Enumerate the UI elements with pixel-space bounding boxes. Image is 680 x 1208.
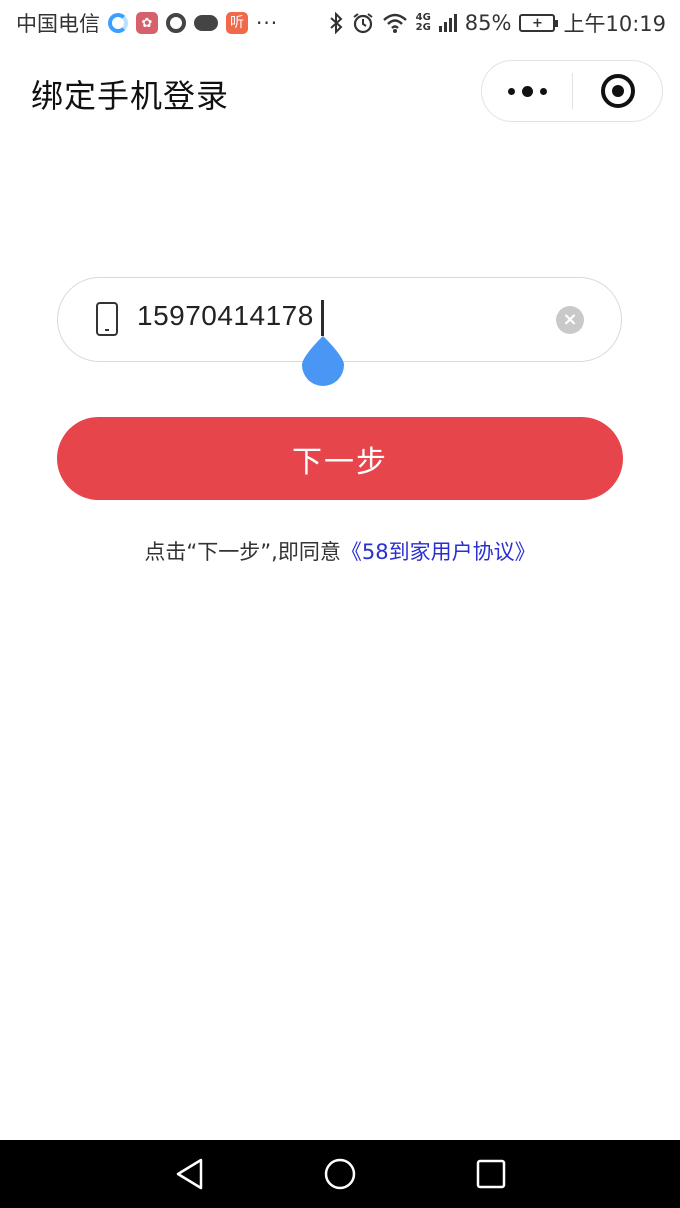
more-menu-button[interactable] (482, 61, 572, 121)
title-bar: 绑定手机登录 (0, 60, 680, 122)
status-bar-right: 4G 2G 85% + 上午10:19 (328, 8, 666, 38)
battery-charging-icon: + (519, 14, 559, 32)
clear-input-button[interactable]: × (556, 306, 584, 334)
cursor-drag-handle[interactable] (302, 336, 344, 386)
signal-icon (438, 14, 457, 32)
agreement-text: 点击“下一步”,即同意《58到家用户协议》 (0, 536, 680, 566)
network-bottom-label: 2G (415, 22, 431, 33)
browser-app-icon (108, 13, 128, 33)
battery-percent: 85% (464, 11, 512, 35)
qq-app-icon (166, 13, 186, 33)
back-triangle-icon[interactable] (173, 1157, 207, 1191)
recent-apps-square-icon[interactable] (474, 1157, 508, 1191)
mini-program-capsule (481, 60, 663, 122)
huawei-app-icon: ✿ (136, 12, 158, 34)
more-dot-icon (507, 87, 515, 95)
status-bar-left: 中国电信 ✿ 听 ··· (16, 8, 278, 38)
cloud-download-icon (194, 15, 218, 31)
phone-number-input[interactable]: 15970414178 (137, 300, 314, 332)
mobile-phone-icon (96, 302, 118, 336)
text-cursor (321, 300, 324, 336)
status-bar: 中国电信 ✿ 听 ··· 4G 2G 85% + 上午10:19 (0, 0, 680, 46)
network-type-label: 4G 2G (416, 13, 431, 33)
listen-app-icon: 听 (226, 12, 248, 34)
user-agreement-link[interactable]: 《58到家用户协议》 (341, 540, 536, 564)
page-title: 绑定手机登录 (31, 77, 230, 115)
system-navigation-bar (0, 1140, 680, 1208)
more-dot-icon (539, 87, 547, 95)
more-notifications-icon: ··· (256, 11, 279, 35)
home-circle-icon[interactable] (323, 1157, 357, 1191)
bluetooth-icon (329, 12, 343, 34)
alarm-icon (353, 13, 373, 34)
clock: 上午10:19 (563, 12, 666, 36)
target-icon (600, 74, 635, 108)
close-mini-program-button[interactable] (573, 61, 662, 121)
carrier-label: 中国电信 (16, 12, 100, 36)
agreement-prefix: 点击“下一步”,即同意 (144, 540, 341, 564)
wifi-icon (382, 13, 407, 33)
more-dot-icon (521, 85, 533, 97)
next-step-button[interactable]: 下一步 (57, 417, 623, 500)
